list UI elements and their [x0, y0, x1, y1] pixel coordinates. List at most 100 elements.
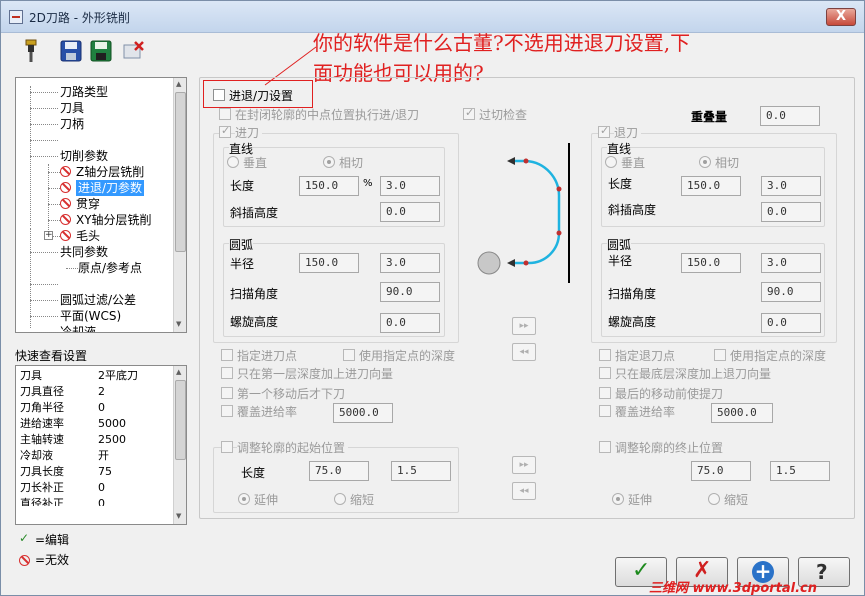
entry-tangent-radio[interactable] — [323, 156, 335, 168]
entry-sweep-label: 扫描角度 — [230, 287, 279, 301]
delete-icon[interactable] — [121, 39, 145, 63]
exit-arc-title: 圆弧 — [607, 236, 632, 253]
watermark: 三维网 www.3dportal.cn — [649, 581, 818, 596]
tree-item-home-ref[interactable]: 原点/参考点 — [78, 260, 142, 276]
entry-sweep-input[interactable]: 90.0 — [380, 282, 440, 302]
exit-radius-label: 半径 — [608, 254, 633, 268]
tool-icon[interactable] — [19, 39, 43, 63]
exit-use-depth-label: 使用指定点的深度 — [730, 349, 827, 363]
entry-adjust-length-input[interactable]: 75.0 — [309, 461, 369, 481]
scroll-thumb[interactable] — [175, 92, 186, 252]
scroll-down-icon[interactable]: ▼ — [176, 320, 181, 328]
exit-adjust-length-input-2[interactable]: 1.5 — [770, 461, 830, 481]
entry-length-pct-input[interactable]: 150.0 — [299, 176, 359, 196]
entry-checkbox[interactable] — [219, 124, 231, 138]
exit-extend-radio[interactable] — [612, 493, 624, 505]
list-item: 冷却液开 — [20, 449, 109, 462]
scroll-thumb[interactable] — [175, 380, 186, 460]
exit-ramp-input[interactable]: 0.0 — [761, 202, 821, 222]
entry-feed-input[interactable]: 5000.0 — [333, 403, 393, 423]
copy-adjust-to-entry-button[interactable]: ◂◂ — [512, 482, 536, 500]
exit-radius-input[interactable]: 3.0 — [761, 253, 821, 273]
tree-item-coolant[interactable]: 冷却液 — [60, 324, 96, 332]
list-item: 刀角半径 0 — [20, 401, 105, 414]
closed-midpoint-checkbox[interactable] — [219, 108, 231, 120]
exit-radius-pct-input[interactable]: 150.0 — [681, 253, 741, 273]
entry-helix-input[interactable]: 0.0 — [380, 313, 440, 333]
tree-item-holder[interactable]: 刀柄 — [60, 116, 84, 132]
tree-item-planes[interactable]: 平面(WCS) — [60, 308, 121, 324]
exit-tangent-radio[interactable] — [699, 156, 711, 168]
exit-tangent-label: 相切 — [715, 156, 740, 170]
scroll-up-icon[interactable]: ▲ — [176, 368, 181, 376]
exit-use-depth-checkbox[interactable] — [714, 349, 726, 361]
save-all-icon[interactable] — [89, 39, 113, 63]
tree-scrollbar[interactable]: ▲ ▼ — [173, 78, 186, 332]
entry-point-label: 指定进刀点 — [237, 349, 298, 363]
exit-helix-input[interactable]: 0.0 — [761, 313, 821, 333]
entry-adjust-checkbox[interactable] — [221, 441, 233, 453]
tree-item-linking[interactable]: 共同参数 — [60, 244, 108, 260]
entry-ramp-input[interactable]: 0.0 — [380, 202, 440, 222]
exit-lift-before-checkbox[interactable] — [599, 387, 611, 399]
tree-item-tool[interactable]: 刀具 — [60, 100, 84, 116]
entry-radius-label: 半径 — [230, 257, 255, 271]
tree-item-break-through[interactable]: 贯穿 — [60, 196, 100, 212]
list-item: 刀具直径 2 — [20, 385, 105, 398]
entry-perpendicular-radio[interactable] — [227, 156, 239, 168]
exit-perpendicular-radio[interactable] — [605, 156, 617, 168]
copy-to-exit-button[interactable]: ▸▸ — [512, 317, 536, 335]
entry-first-depth-label: 只在第一层深度加上进刀向量 — [237, 367, 394, 381]
tree-item-lead-in-out[interactable]: 进退/刀参数 — [60, 180, 145, 196]
exit-length-pct-input[interactable]: 150.0 — [681, 176, 741, 196]
save-icon[interactable] — [59, 39, 83, 63]
entry-point-checkbox[interactable] — [221, 349, 233, 361]
tree-item-tabs[interactable]: 毛头 — [60, 228, 100, 244]
enter-exit-checkbox[interactable] — [213, 89, 225, 101]
entry-radius-input[interactable]: 3.0 — [380, 253, 440, 273]
close-button[interactable]: X — [826, 8, 856, 26]
entry-adjust-length-input-2[interactable]: 1.5 — [391, 461, 451, 481]
list-item: 主轴转速 2500 — [20, 433, 126, 446]
exit-adjust-length-input[interactable]: 75.0 — [691, 461, 751, 481]
percent-sign: % — [363, 178, 373, 189]
exit-point-checkbox[interactable] — [599, 349, 611, 361]
exit-last-depth-checkbox[interactable] — [599, 367, 611, 379]
exit-override-feed-checkbox[interactable] — [599, 405, 611, 417]
overlap-input[interactable]: 0.0 — [760, 106, 820, 126]
tree-item-arc-filter[interactable]: 圆弧过滤/公差 — [60, 292, 136, 308]
exit-checkbox[interactable] — [598, 124, 610, 138]
exit-feed-input[interactable]: 5000.0 — [711, 403, 773, 423]
edit-icon: ✓ — [19, 531, 30, 545]
entry-adjust-label: 调整轮廓的起始位置 — [237, 439, 349, 456]
entry-after-first-move-checkbox[interactable] — [221, 387, 233, 399]
copy-to-entry-button[interactable]: ◂◂ — [512, 343, 536, 361]
entry-length-input[interactable]: 3.0 — [380, 176, 440, 196]
tree-item-cut-params[interactable]: 切削参数 — [60, 148, 108, 164]
quick-view-scrollbar[interactable]: ▲ ▼ — [173, 366, 186, 524]
entry-extend-radio[interactable] — [238, 493, 250, 505]
entry-first-depth-checkbox[interactable] — [221, 367, 233, 379]
legend-edit: =编辑 — [35, 533, 70, 547]
exit-adjust-checkbox[interactable] — [599, 441, 611, 453]
copy-adjust-to-exit-button[interactable]: ▸▸ — [512, 456, 536, 474]
expand-icon[interactable]: + — [44, 231, 53, 240]
scroll-up-icon[interactable]: ▲ — [176, 80, 181, 88]
tree-item-toolpath-type[interactable]: 刀路类型 — [60, 84, 108, 100]
quick-view-title: 快速查看设置 — [15, 349, 88, 363]
entry-use-depth-checkbox[interactable] — [343, 349, 355, 361]
gouge-check-checkbox[interactable] — [463, 106, 475, 120]
exit-shorten-radio[interactable] — [708, 493, 720, 505]
exit-sweep-input[interactable]: 90.0 — [761, 282, 821, 302]
list-item: 刀具长度 75 — [20, 465, 112, 478]
entry-override-feed-checkbox[interactable] — [221, 405, 233, 417]
exit-length-input[interactable]: 3.0 — [761, 176, 821, 196]
entry-shorten-radio[interactable] — [334, 493, 346, 505]
dialog-window: 2D刀路 - 外形铣削 X 你的软件是什么古董?不选用进退刀设置,下 面功能也可… — [0, 0, 865, 596]
tree-item-xy-stepover[interactable]: XY轴分层铣削 — [60, 212, 152, 228]
tree-item-z-depth[interactable]: Z轴分层铣削 — [60, 164, 144, 180]
exit-adjust-label: 调整轮廓的终止位置 — [615, 441, 724, 455]
scroll-down-icon[interactable]: ▼ — [176, 512, 181, 520]
entry-radius-pct-input[interactable]: 150.0 — [299, 253, 359, 273]
exit-sweep-label: 扫描角度 — [608, 287, 657, 301]
